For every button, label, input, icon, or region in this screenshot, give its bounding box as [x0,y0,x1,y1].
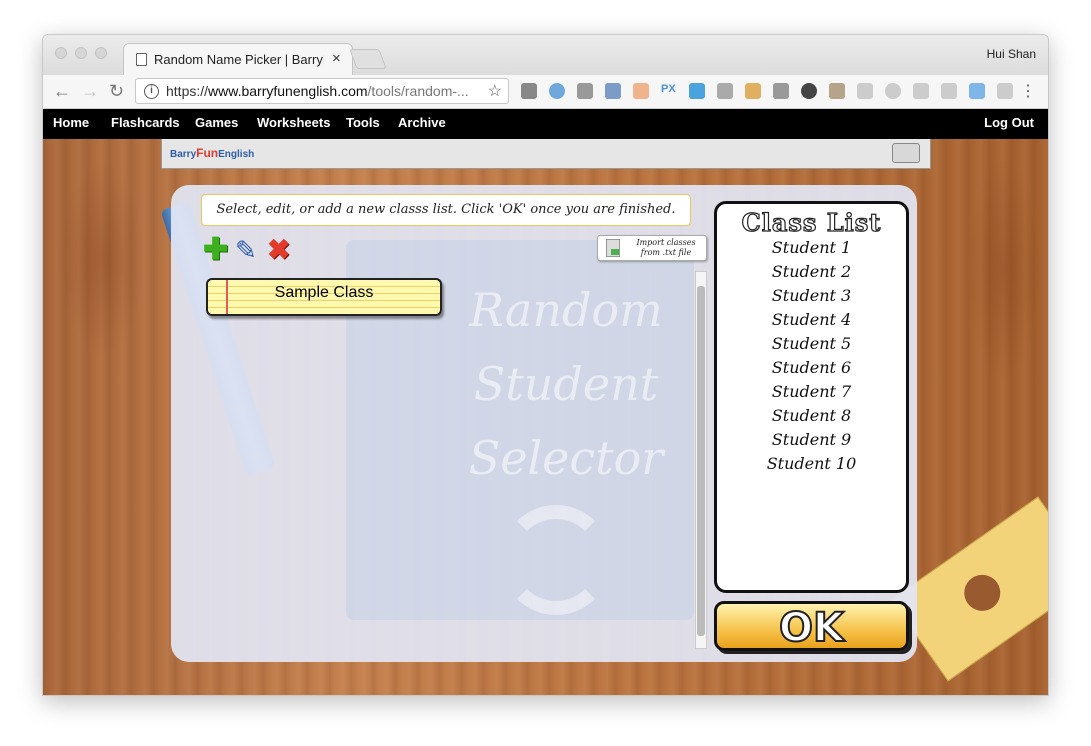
forward-arrow-icon[interactable]: → [81,81,99,102]
student-item: Student 6 [771,358,852,377]
extension-bus-icon[interactable] [773,83,789,99]
nav-home[interactable]: Home [53,115,89,130]
scrollbar-thumb[interactable] [697,286,705,636]
student-item: Student 1 [771,238,852,257]
address-bar[interactable]: i https://www.barryfunenglish.com/tools/… [135,78,509,104]
close-window-button[interactable] [55,47,67,59]
extension-window-icon[interactable] [857,83,873,99]
extension-leaf-icon[interactable] [829,83,845,99]
tab-close-icon[interactable]: × [332,50,341,67]
class-list-scrollbar[interactable] [695,271,707,649]
browser-toolbar: ← → ↻ i https://www.barryfunenglish.com/… [43,75,1048,109]
edit-class-icon[interactable]: ✎ [235,235,257,265]
site-nav: Home Flashcards Games Worksheets Tools A… [43,109,1048,139]
info-icon[interactable]: i [144,84,159,99]
import-label: Import classes from .txt file [626,238,706,258]
logo-bar: BarryFunEnglish [161,139,931,169]
extension-save-icon[interactable] [885,83,901,99]
profile-name[interactable]: Hui Shan [987,47,1036,61]
student-item: Student 5 [771,334,852,353]
browser-window: Random Name Picker | BarryFu × Hui Shan … [42,34,1049,696]
instruction-text: Select, edit, or add a new classs list. … [201,194,691,226]
logo-part-fun: Fun [196,146,219,160]
bookmark-star-icon[interactable]: ☆ [488,81,502,101]
nav-archive[interactable]: Archive [398,115,446,130]
site-logo[interactable]: BarryFunEnglish [170,146,254,160]
class-list-box: Class List Student 1 Student 2 Student 3… [714,201,909,593]
class-card[interactable]: Sample Class [206,278,442,316]
nav-games[interactable]: Games [195,115,238,130]
wood-background: BarryFunEnglish Random Student Selector … [43,139,1048,695]
nav-tools[interactable]: Tools [346,115,380,130]
class-list-area: Sample Class [201,265,691,645]
nav-worksheets[interactable]: Worksheets [257,115,330,130]
import-label-line-2: from .txt file [640,248,692,257]
zoom-window-button[interactable] [95,47,107,59]
extension-compass-icon[interactable] [549,83,565,99]
url-scheme: https:// [166,83,209,99]
extension-grid-icon[interactable] [913,83,929,99]
extension-bug-icon[interactable] [521,83,537,99]
extension-rss-icon[interactable] [941,83,957,99]
tab-title: Random Name Picker | BarryFu [154,52,324,67]
back-arrow-icon[interactable]: ← [53,81,71,102]
menu-dots-icon[interactable]: ⋮ [1020,81,1036,101]
student-item: Student 2 [771,262,852,281]
extension-signpost-icon[interactable] [745,83,761,99]
browser-tab[interactable]: Random Name Picker | BarryFu × [123,43,353,75]
import-file-icon [606,239,620,257]
extension-recycle-icon[interactable] [717,83,733,99]
student-item: Student 3 [771,286,852,305]
extension-arrow-down-icon[interactable] [689,83,705,99]
class-list-title: Class List [741,207,882,237]
extension-down-icon[interactable] [969,83,985,99]
student-item: Student 4 [771,310,852,329]
logo-part-barry: Barry [170,149,197,160]
import-label-line-1: Import classes [636,238,696,247]
new-tab-button[interactable] [349,49,387,69]
nav-flashcards[interactable]: Flashcards [111,115,180,130]
ruler-hole [957,567,1008,618]
url-path: /tools/random-... [367,83,469,99]
student-item: Student 8 [771,406,852,425]
student-item: Student 9 [771,430,852,449]
student-item: Student 7 [771,382,852,401]
document-icon [136,53,147,66]
minimize-window-button[interactable] [75,47,87,59]
extension-page-icon[interactable] [633,83,649,99]
class-picker-panel: Random Student Selector Select, edit, or… [171,185,917,662]
reload-icon[interactable]: ↻ [109,81,124,102]
logo-part-english: English [218,149,255,160]
student-list: Student 1 Student 2 Student 3 Student 4 … [717,236,906,476]
import-classes-button[interactable]: Import classes from .txt file [597,235,707,261]
url-host: www.barryfunenglish.com [208,83,368,99]
class-card-label: Sample Class [274,284,374,301]
title-bar: Random Name Picker | BarryFu × Hui Shan [43,35,1048,75]
student-item: Student 10 [766,454,857,473]
nav-logout[interactable]: Log Out [984,115,1034,130]
add-class-icon[interactable]: ✚ [203,235,228,265]
extension-download-icon[interactable] [605,83,621,99]
extension-circle-download-icon[interactable] [801,83,817,99]
extension-eyedropper-icon[interactable] [577,83,593,99]
url-text[interactable]: https://www.barryfunenglish.com/tools/ra… [166,83,469,99]
extension-c-icon[interactable] [997,83,1013,99]
ok-button-label: OK [778,604,845,652]
extension-px-icon[interactable]: PX [661,83,681,99]
fullscreen-button[interactable] [892,143,920,163]
ok-button[interactable]: OK [714,601,909,652]
delete-class-icon[interactable]: ✖ [267,235,290,265]
